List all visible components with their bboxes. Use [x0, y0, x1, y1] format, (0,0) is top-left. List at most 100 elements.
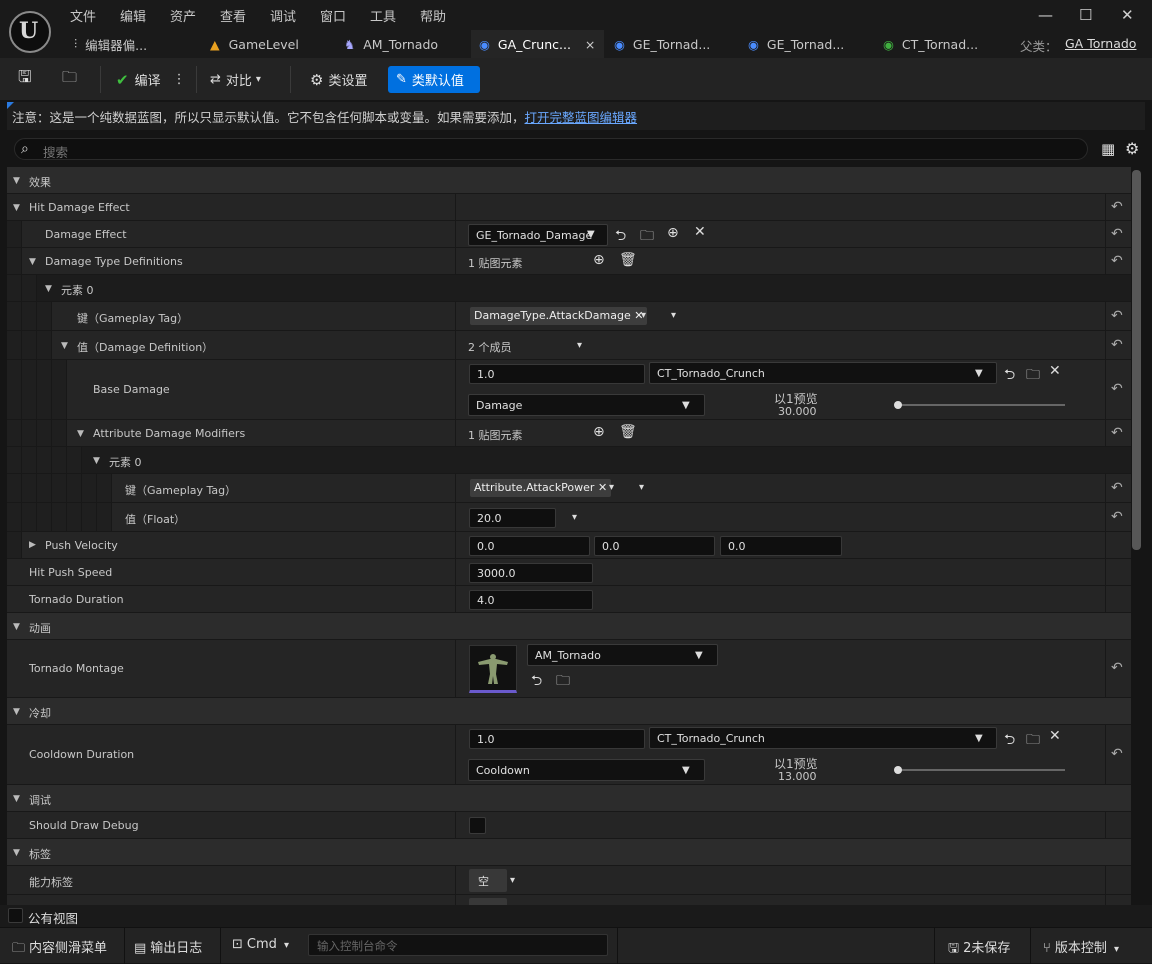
tab-gamelevel[interactable]: ▲ GameLevel	[202, 30, 332, 58]
remove-tag-icon[interactable]: ✕	[598, 481, 607, 494]
table-view-icon[interactable]: ▦	[1101, 140, 1115, 158]
tab-editor-prefs[interactable]: ⫶ 编辑器偏...	[66, 30, 196, 58]
chevron-down-icon[interactable]: ▾	[577, 340, 582, 351]
push-velocity-y[interactable]: 0.0	[594, 536, 715, 556]
reset-icon[interactable]: ↶	[1111, 660, 1123, 676]
category-cooldown[interactable]: ▼ 冷却	[7, 698, 1131, 725]
push-velocity-x[interactable]: 0.0	[469, 536, 590, 556]
tab-am-tornado[interactable]: ♞ AM_Tornado	[336, 30, 466, 58]
hit-push-speed-input[interactable]: 3000.0	[469, 563, 593, 583]
collapse-arrow-icon[interactable]: ▼	[29, 257, 36, 267]
cmd-dropdown[interactable]: ⊡ Cmd ▾	[232, 937, 289, 952]
chevron-down-icon[interactable]: ▾	[641, 310, 646, 321]
reset-icon[interactable]: ↶	[1111, 509, 1123, 525]
menu-file[interactable]: 文件	[70, 6, 96, 25]
reset-icon[interactable]: ↶	[1111, 337, 1123, 353]
use-selected-icon[interactable]: ⮌	[615, 225, 626, 249]
collapse-arrow-icon[interactable]: ▼	[45, 284, 52, 294]
browse-asset-icon[interactable]: 🗀	[556, 670, 570, 694]
add-element-icon[interactable]: ⊕	[593, 252, 605, 268]
cooldown-row-combo[interactable]: Cooldown	[468, 759, 705, 781]
tab-ge-tornado-2[interactable]: ◉ GE_Tornad...	[740, 30, 870, 58]
compile-button[interactable]: ✔ 编译 ⋮	[116, 66, 186, 93]
browse-asset-icon[interactable]: 🗀	[1026, 364, 1040, 388]
collapse-arrow-icon[interactable]: ▼	[77, 429, 84, 439]
tab-ge-tornado-1[interactable]: ◉ GE_Tornad...	[606, 30, 736, 58]
collapse-arrow-icon[interactable]: ▼	[13, 794, 20, 804]
ability-tags-button[interactable]: 空	[469, 869, 507, 892]
preview-slider[interactable]	[895, 404, 1065, 406]
collapse-arrow-icon[interactable]: ▼	[93, 456, 100, 466]
menu-edit[interactable]: 编辑	[120, 6, 146, 25]
menu-debug[interactable]: 调试	[270, 6, 296, 25]
reset-icon[interactable]: ↶	[1111, 746, 1123, 762]
chevron-down-icon[interactable]: ▾	[639, 482, 644, 493]
collapse-arrow-icon[interactable]: ▼	[13, 622, 20, 632]
create-asset-icon[interactable]: ⊕	[667, 225, 679, 241]
tab-ga-crunch[interactable]: ◉ GA_Crunc... ×	[471, 30, 604, 58]
attr-value-input[interactable]: 20.0	[469, 508, 556, 528]
minimize-icon[interactable]: —	[1038, 6, 1053, 24]
reset-icon[interactable]: ↶	[1111, 226, 1123, 242]
close-window-icon[interactable]: ✕	[1121, 6, 1134, 24]
unsaved-button[interactable]: 🖫 2未保存	[948, 937, 1010, 961]
attribute-tag[interactable]: Attribute.AttackPower ✕	[470, 479, 612, 497]
montage-thumbnail[interactable]	[469, 645, 517, 693]
menu-window[interactable]: 窗口	[320, 6, 346, 25]
reset-icon[interactable]: ↶	[1111, 381, 1123, 397]
menu-tools[interactable]: 工具	[370, 6, 396, 25]
menu-asset[interactable]: 资产	[170, 6, 196, 25]
class-settings-button[interactable]: ⚙ 类设置	[310, 66, 367, 93]
damage-row-combo[interactable]: Damage	[468, 394, 705, 416]
cooldown-input[interactable]: 1.0	[469, 729, 645, 749]
parent-class-link[interactable]: GA Tornado	[1065, 36, 1136, 51]
search-input[interactable]: ⌕ 搜索	[14, 138, 1088, 160]
chevron-down-icon[interactable]: ▾	[510, 875, 515, 886]
base-damage-input[interactable]: 1.0	[469, 364, 645, 384]
push-velocity-z[interactable]: 0.0	[720, 536, 842, 556]
draw-debug-checkbox[interactable]	[469, 817, 486, 834]
browse-icon[interactable]: 🗀	[62, 66, 77, 93]
category-tags[interactable]: ▼ 标签	[7, 839, 1131, 866]
chevron-down-icon[interactable]: ▾	[609, 482, 614, 493]
cooldown-preview-slider-knob[interactable]	[894, 766, 902, 774]
compile-options-icon[interactable]: ⋮	[173, 72, 186, 87]
scrollbar[interactable]	[1132, 170, 1141, 550]
close-tab-icon[interactable]: ×	[585, 37, 595, 52]
save-icon[interactable]: 🖫	[18, 66, 32, 93]
public-view-checkbox[interactable]	[8, 908, 23, 923]
reset-icon[interactable]: ↶	[1111, 425, 1123, 441]
tab-ct-tornado[interactable]: ◉ CT_Tornad...	[875, 30, 1005, 58]
category-debug[interactable]: ▼ 调试	[7, 785, 1131, 812]
reset-icon[interactable]: ↶	[1111, 199, 1123, 215]
trash-icon[interactable]: 🗑	[619, 424, 637, 440]
use-selected-icon[interactable]: ⮌	[531, 670, 542, 694]
console-input[interactable]: 输入控制台命令	[308, 934, 608, 956]
class-defaults-button[interactable]: ✎ 类默认值	[388, 66, 480, 93]
add-element-icon[interactable]: ⊕	[593, 424, 605, 440]
menu-view[interactable]: 查看	[220, 6, 246, 25]
curve-table-combo[interactable]: CT_Tornado_Crunch	[649, 362, 997, 384]
reset-icon[interactable]: ↶	[1111, 253, 1123, 269]
category-effects[interactable]: ▼ 效果	[7, 167, 1131, 194]
damage-type-tag[interactable]: DamageType.AttackDamage ✕	[470, 307, 648, 325]
collapse-arrow-icon[interactable]: ▼	[13, 176, 20, 186]
reset-icon[interactable]: ↶	[1111, 308, 1123, 324]
cooldown-curve-combo[interactable]: CT_Tornado_Crunch	[649, 727, 997, 749]
collapse-arrow-icon[interactable]: ▼	[13, 848, 20, 858]
cooldown-preview-slider[interactable]	[895, 769, 1065, 771]
clear-icon[interactable]: ✕	[1049, 728, 1061, 744]
use-selected-icon[interactable]: ⮌	[1004, 729, 1015, 753]
clear-icon[interactable]: ✕	[1049, 363, 1061, 379]
montage-combo[interactable]: AM_Tornado	[527, 644, 718, 666]
preview-slider-knob[interactable]	[894, 401, 902, 409]
chevron-down-icon[interactable]: ▾	[671, 310, 676, 321]
output-log-button[interactable]: ▤ 输出日志	[134, 937, 202, 956]
trash-icon[interactable]: 🗑	[619, 252, 637, 268]
expand-arrow-icon[interactable]: ▶	[29, 540, 36, 550]
chevron-down-icon[interactable]: ▾	[572, 512, 577, 523]
maximize-icon[interactable]: ☐	[1079, 6, 1092, 24]
menu-help[interactable]: 帮助	[420, 6, 446, 25]
clear-icon[interactable]: ✕	[694, 224, 706, 240]
browse-asset-icon[interactable]: 🗀	[640, 225, 654, 249]
